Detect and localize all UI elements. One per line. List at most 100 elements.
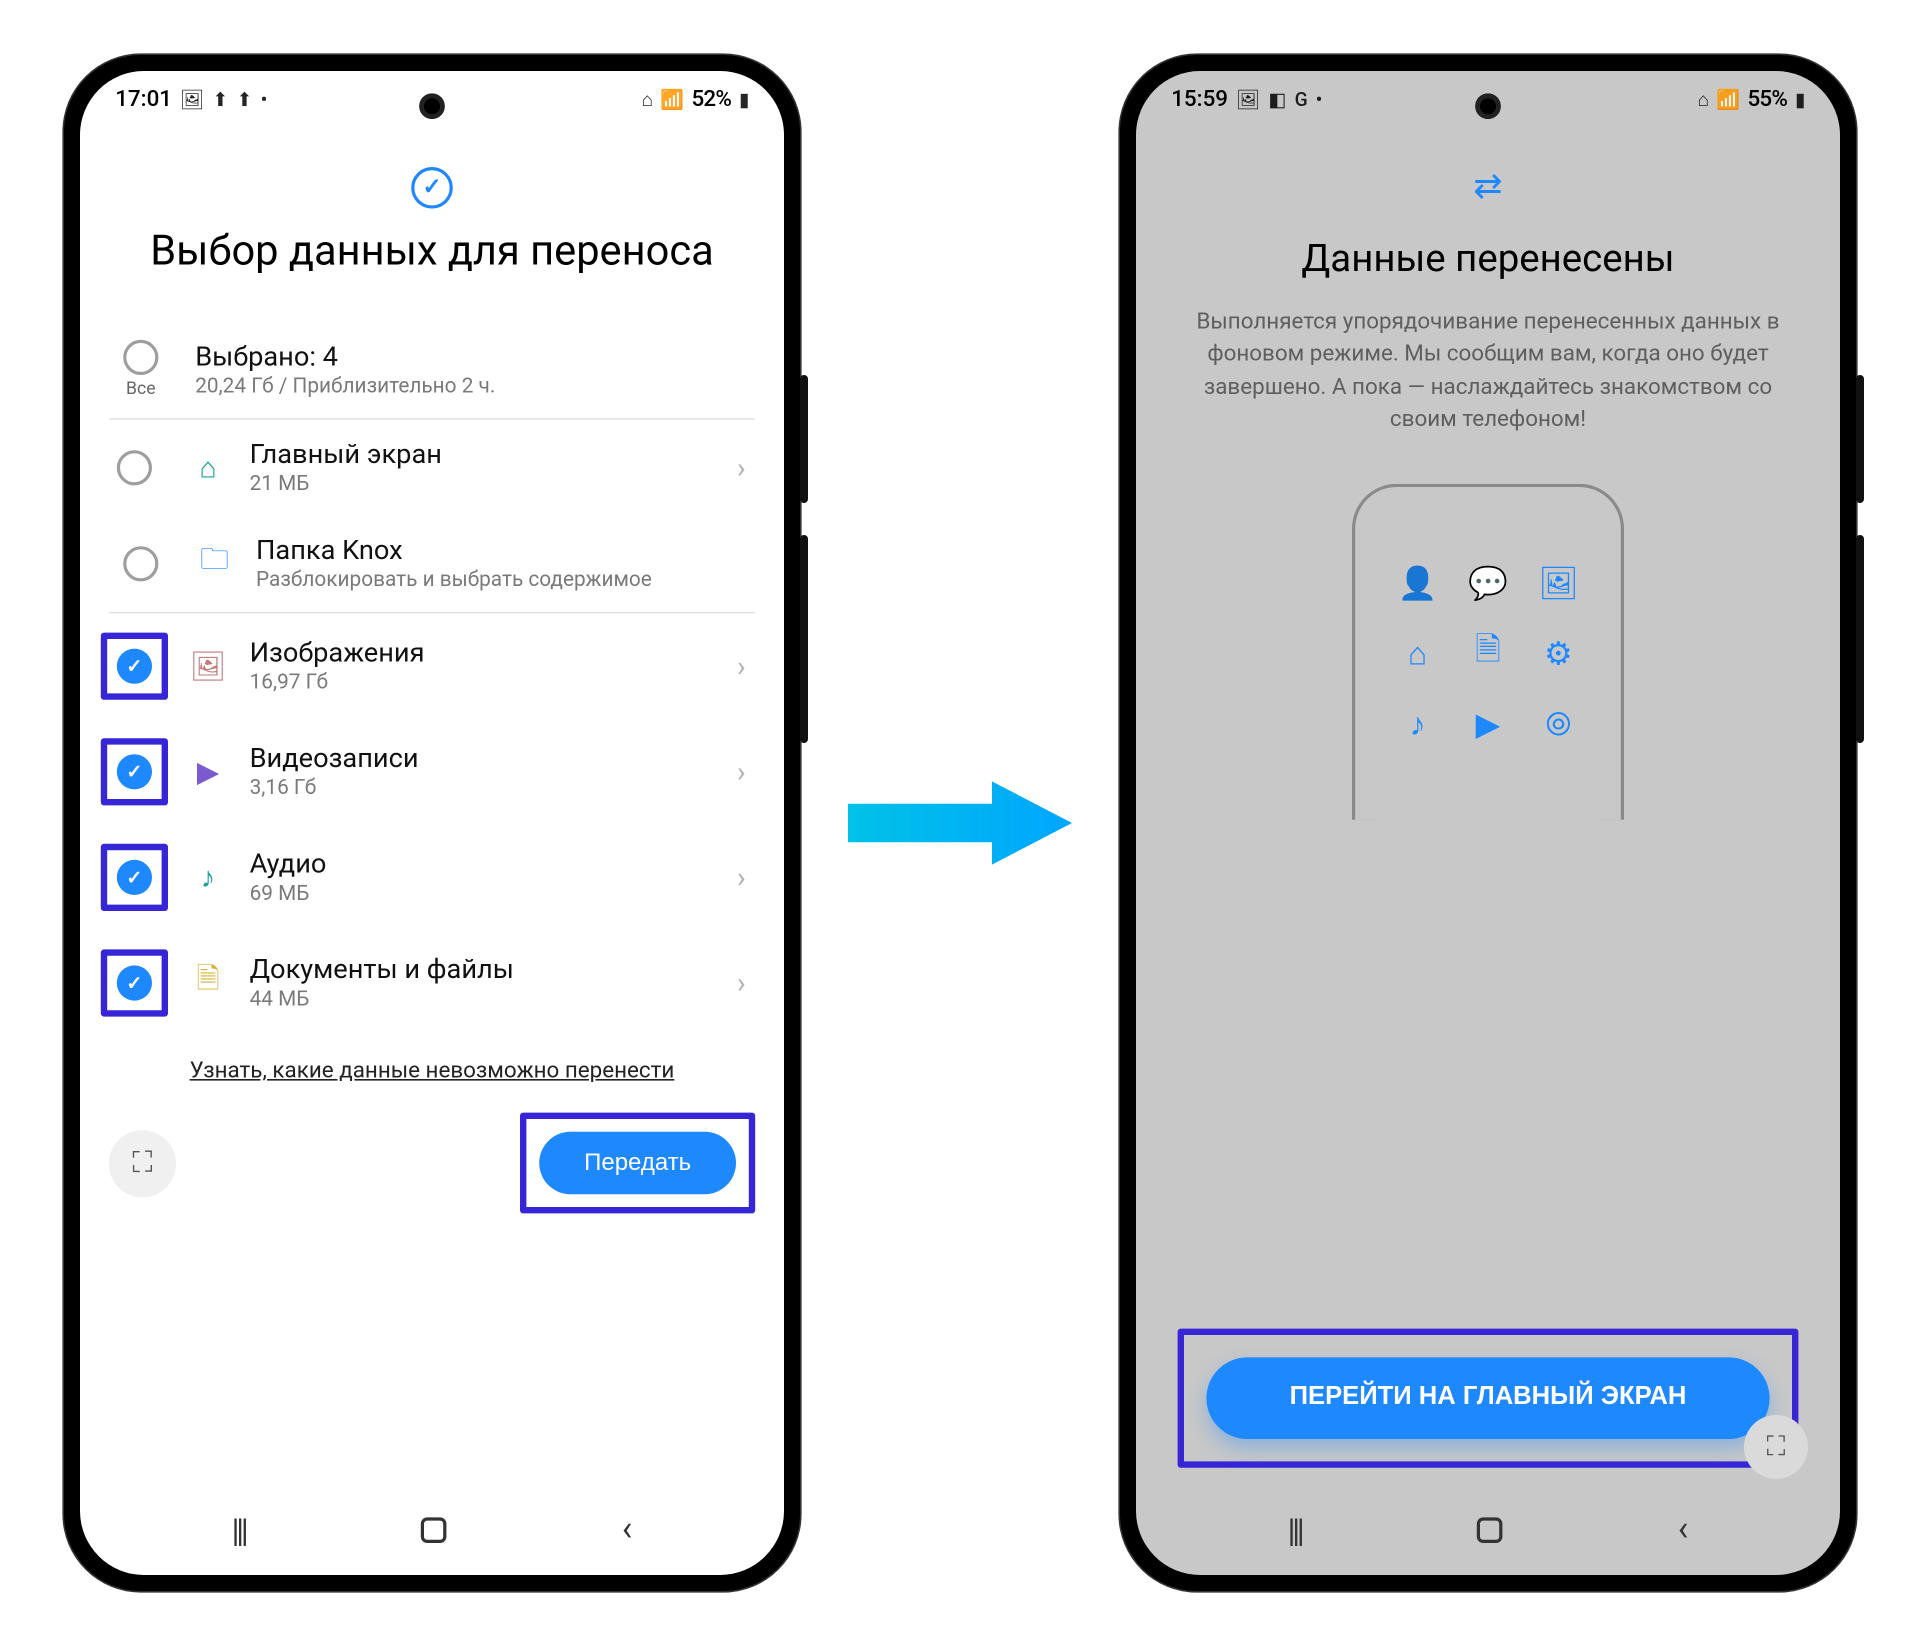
camera-cutout: [1475, 93, 1501, 119]
battery-icon: ▮: [739, 89, 749, 111]
status-icon: G: [1295, 89, 1308, 111]
highlight-box: ✓: [101, 949, 168, 1016]
phone-left: 17:01 🖼 ⬆ ⬆ • ⌂ 📶 52% ▮ ✓ Выбор данных д: [64, 55, 800, 1591]
android-navbar: ||| ‹: [1136, 1490, 1840, 1575]
audio-icon: ♪: [189, 861, 227, 895]
grid-icon: 💬: [1464, 559, 1512, 607]
item-title: Изображения: [250, 637, 715, 669]
chevron-right-icon: ›: [737, 649, 746, 683]
image-icon: 🖼: [189, 649, 227, 683]
status-icon: ⬆: [237, 89, 253, 111]
grid-icon: 👤: [1394, 559, 1442, 607]
status-icon: ⌂: [1698, 89, 1709, 111]
battery-percent: 52%: [691, 87, 731, 113]
highlight-box: ПЕРЕЙТИ НА ГЛАВНЫЙ ЭКРАН: [1178, 1329, 1799, 1468]
nav-back[interactable]: ‹: [622, 1509, 633, 1549]
grid-icon: ⚙: [1534, 630, 1582, 678]
list-item[interactable]: ✓ ♪ Аудио69 МБ ›: [80, 825, 784, 931]
status-icon: •: [261, 89, 268, 111]
chevron-right-icon: ›: [737, 451, 746, 485]
qr-icon: ⛶: [132, 1146, 152, 1180]
document-icon: 🗎: [189, 959, 227, 1007]
camera-cutout: [419, 93, 445, 119]
status-icon: ◧: [1268, 89, 1286, 111]
item-checkbox[interactable]: ✓: [117, 754, 152, 789]
phone-illustration: 👤 💬 🖼 ⌂ 🗎 ⚙ ♪ ▶ ⦾: [1352, 484, 1624, 820]
item-subtitle: 21 МБ: [250, 473, 715, 497]
status-icon: •: [1316, 89, 1323, 111]
item-checkbox[interactable]: [117, 450, 152, 485]
qr-icon: ⛶: [1766, 1431, 1785, 1463]
nav-home[interactable]: [421, 1517, 447, 1543]
grid-icon: ▶: [1464, 700, 1512, 748]
highlight-box: ✓: [101, 633, 168, 700]
status-time: 17:01: [115, 87, 172, 113]
screen-right: 15:59 🖼 ◧ G • ⌂ 📶 55% ▮ ⇄ Данные перенес…: [1136, 71, 1840, 1575]
item-subtitle: 44 МБ: [250, 988, 715, 1012]
chevron-right-icon: ›: [737, 861, 746, 895]
grid-icon: ⦾: [1534, 700, 1582, 748]
status-icon: ⌂: [642, 89, 653, 111]
signal-icon: 📶: [660, 89, 683, 111]
chevron-right-icon: ›: [737, 966, 746, 1000]
item-title: Аудио: [250, 849, 715, 881]
video-icon: ▶: [189, 755, 227, 789]
item-subtitle: 16,97 Гб: [250, 671, 715, 695]
cannot-transfer-link[interactable]: Узнать, какие данные невозможно перенест…: [80, 1036, 784, 1097]
select-all-checkbox[interactable]: [123, 340, 158, 375]
list-item[interactable]: ✓ ▶ Видеозаписи3,16 Гб ›: [80, 719, 784, 825]
nav-recents[interactable]: |||: [232, 1510, 246, 1548]
android-navbar: ||| ‹: [80, 1490, 784, 1575]
item-checkbox[interactable]: ✓: [117, 649, 152, 684]
status-icon: ⬆: [212, 89, 228, 111]
arrow-icon: [848, 775, 1072, 871]
phone-right: 15:59 🖼 ◧ G • ⌂ 📶 55% ▮ ⇄ Данные перенес…: [1120, 55, 1856, 1591]
qr-scan-button[interactable]: ⛶: [1744, 1415, 1808, 1479]
grid-icon: 🖼: [1534, 559, 1582, 607]
send-button[interactable]: Передать: [539, 1132, 736, 1194]
selected-size: 20,24 Гб / Приблизительно 2 ч.: [195, 374, 745, 398]
go-home-button[interactable]: ПЕРЕЙТИ НА ГЛАВНЫЙ ЭКРАН: [1206, 1358, 1769, 1439]
highlight-box: ✓: [101, 844, 168, 911]
chevron-right-icon: ›: [737, 755, 746, 789]
folder-icon: 🗀: [195, 540, 233, 588]
qr-scan-button[interactable]: ⛶: [109, 1129, 176, 1196]
item-title: Папка Knox: [256, 535, 746, 567]
nav-home[interactable]: [1477, 1517, 1503, 1543]
item-checkbox[interactable]: [123, 546, 158, 581]
list-item[interactable]: ✓ 🖼 Изображения16,97 Гб ›: [80, 613, 784, 719]
header-check-icon: ✓: [80, 119, 784, 228]
select-all-label: Все: [126, 378, 156, 399]
grid-icon: ⌂: [1394, 630, 1442, 678]
select-all-row[interactable]: Все Выбрано: 4 20,24 Гб / Приблизительно…: [109, 321, 755, 420]
screen-left: 17:01 🖼 ⬆ ⬆ • ⌂ 📶 52% ▮ ✓ Выбор данных д: [80, 71, 784, 1575]
grid-icon: ♪: [1394, 700, 1442, 748]
signal-icon: 📶: [1716, 89, 1739, 111]
highlight-box: ✓: [101, 738, 168, 805]
status-icon: 🖼: [1236, 89, 1260, 111]
grid-icon: 🗎: [1464, 630, 1512, 678]
status-icon: 🖼: [180, 89, 204, 111]
item-title: Главный экран: [250, 439, 715, 471]
item-checkbox[interactable]: ✓: [117, 860, 152, 895]
list-item[interactable]: 🗀 Папка KnoxРазблокировать и выбрать соде…: [109, 516, 755, 614]
page-title: Данные перенесены: [1136, 236, 1840, 306]
transfer-icon: ⇄: [1136, 167, 1840, 236]
list-item[interactable]: ✓ 🗎 Документы и файлы44 МБ ›: [80, 930, 784, 1036]
item-subtitle: 3,16 Гб: [250, 777, 715, 801]
selected-count: Выбрано: 4: [195, 341, 745, 373]
page-title: Выбор данных для переноса: [80, 228, 784, 321]
item-title: Документы и файлы: [250, 954, 715, 986]
home-icon: ⌂: [189, 451, 227, 485]
status-time: 15:59: [1171, 87, 1228, 113]
item-subtitle: Разблокировать и выбрать содержимое: [256, 569, 746, 593]
item-checkbox[interactable]: ✓: [117, 965, 152, 1000]
page-description: Выполняется упорядочивание перенесенных …: [1136, 306, 1840, 484]
item-title: Видеозаписи: [250, 743, 715, 775]
battery-icon: ▮: [1795, 89, 1805, 111]
item-subtitle: 69 МБ: [250, 882, 715, 906]
battery-percent: 55%: [1747, 87, 1787, 113]
nav-recents[interactable]: |||: [1288, 1510, 1302, 1548]
nav-back[interactable]: ‹: [1678, 1509, 1689, 1549]
list-item[interactable]: ⌂ Главный экран21 МБ ›: [80, 420, 784, 516]
